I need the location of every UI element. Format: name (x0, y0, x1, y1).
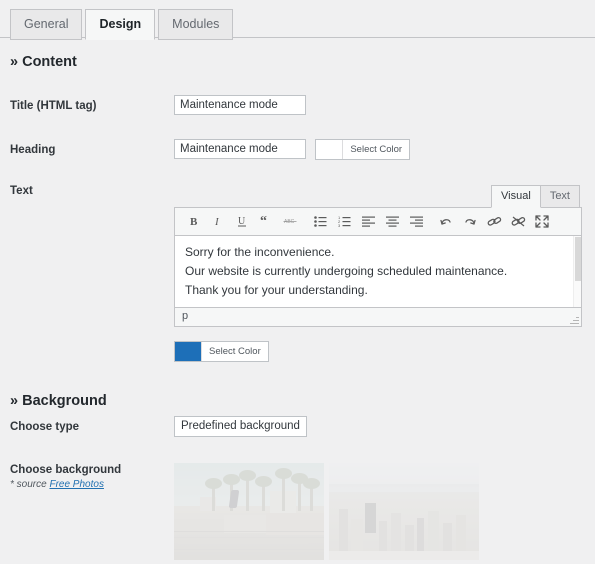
thumbnail-overlay (329, 463, 479, 560)
background-thumbnail-option[interactable] (174, 463, 324, 560)
editor-status-bar: p (174, 308, 582, 327)
choose-type-select[interactable]: Predefined background (174, 416, 307, 437)
editor-element-path: p (182, 310, 189, 322)
tab-modules[interactable]: Modules (158, 9, 234, 40)
title-label: Title (HTML tag) (10, 100, 97, 112)
tab-design[interactable]: Design (85, 9, 156, 40)
blockquote-icon[interactable]: “ (255, 211, 277, 233)
svg-text:B: B (190, 216, 198, 228)
remove-link-icon[interactable] (507, 211, 529, 233)
svg-text:U: U (238, 216, 246, 227)
title-input[interactable] (174, 95, 306, 115)
heading-label: Heading (10, 144, 56, 156)
settings-tab-bar: General Design Modules (0, 0, 595, 40)
editor-line: Sorry for the inconvenience. (185, 245, 335, 259)
editor-line: Our website is currently undergoing sche… (185, 264, 508, 278)
free-photos-link[interactable]: Free Photos (49, 479, 103, 490)
undo-icon[interactable] (435, 211, 457, 233)
align-center-icon[interactable] (381, 211, 403, 233)
italic-icon[interactable]: I (207, 211, 229, 233)
thumbnail-overlay (174, 463, 324, 560)
strikethrough-icon[interactable]: ABC (279, 211, 301, 233)
svg-text:“: “ (260, 215, 267, 228)
source-prefix-text: * source (10, 479, 50, 490)
editor-tab-text[interactable]: Text (539, 185, 580, 208)
bold-icon[interactable]: B (183, 211, 205, 233)
section-heading-content: » Content (10, 54, 77, 70)
text-color-picker[interactable]: Select Color (174, 341, 269, 362)
heading-select-color-button[interactable]: Select Color (343, 140, 409, 159)
svg-text:3: 3 (338, 223, 341, 227)
redo-icon[interactable] (459, 211, 481, 233)
tab-general[interactable]: General (10, 9, 83, 40)
editor-resize-handle[interactable] (570, 315, 579, 324)
editor-line: Thank you for your understanding. (185, 283, 368, 297)
background-thumbnail-option[interactable] (329, 463, 479, 560)
underline-icon[interactable]: U (231, 211, 253, 233)
text-select-color-button[interactable]: Select Color (202, 342, 268, 361)
choose-background-source-note: * source Free Photos (10, 478, 104, 491)
numbered-list-icon[interactable]: 1 2 3 (333, 211, 355, 233)
editor-tab-visual[interactable]: Visual (491, 185, 541, 208)
editor-scrollbar[interactable] (573, 236, 581, 307)
editor-mode-tabs: Visual Text (174, 184, 582, 208)
heading-color-swatch[interactable] (316, 140, 344, 159)
insert-link-icon[interactable] (483, 211, 505, 233)
heading-input[interactable] (174, 139, 306, 159)
text-label: Text (10, 185, 33, 197)
rich-text-editor: Visual Text B I U “ ABC 1 2 3 Sorry for … (174, 184, 582, 362)
background-thumbnail-grid (174, 463, 484, 560)
heading-color-picker[interactable]: Select Color (315, 139, 411, 160)
align-right-icon[interactable] (405, 211, 427, 233)
svg-text:ABC: ABC (284, 219, 295, 225)
choose-type-label: Choose type (10, 421, 80, 433)
fullscreen-icon[interactable] (531, 211, 553, 233)
editor-content-area[interactable]: Sorry for the inconvenience. Our website… (174, 236, 582, 308)
bulleted-list-icon[interactable] (309, 211, 331, 233)
editor-toolbar: B I U “ ABC 1 2 3 (174, 207, 582, 236)
text-color-swatch[interactable] (175, 342, 202, 361)
section-heading-background: » Background (10, 393, 107, 409)
svg-text:I: I (214, 216, 220, 228)
choose-background-label: Choose background (10, 464, 122, 476)
align-left-icon[interactable] (357, 211, 379, 233)
